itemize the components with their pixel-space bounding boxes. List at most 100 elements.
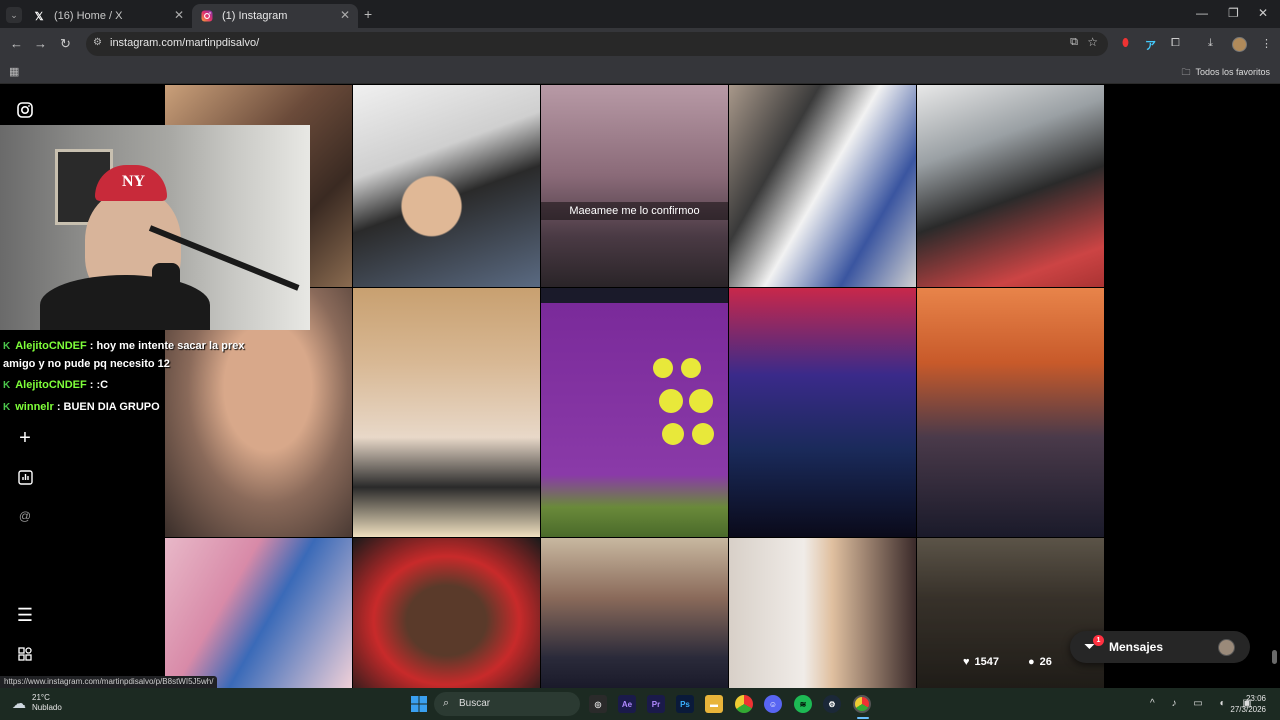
all-bookmarks-folder[interactable]: 🗀 Todos los favoritos (1181, 65, 1270, 81)
chat-username: AlejitoCNDEF (15, 379, 87, 391)
more-apps-icon[interactable] (15, 644, 35, 664)
bookmark-folder-label: Todos los favoritos (1195, 67, 1270, 77)
post-tile[interactable] (541, 288, 728, 537)
likes-count: ♥ 1547 (963, 656, 999, 668)
folder-icon: 🗀 (1181, 67, 1191, 77)
post-tile[interactable] (729, 288, 916, 537)
taskbar-clock[interactable]: 23:06 27/3/2026 (1230, 693, 1266, 715)
photoshop-icon[interactable]: Ps (676, 695, 694, 713)
browser-toolbar: ← → ↻ ⚙ instagram.com/martinpdisalvo/ ⧉ … (0, 28, 1280, 60)
bookmarks-bar: ▦ 🗀 Todos los favoritos (0, 60, 1280, 84)
post-tile[interactable] (729, 85, 916, 287)
post-tile[interactable] (353, 288, 540, 537)
threads-icon[interactable]: @ (15, 506, 35, 526)
kick-badge-icon: K (3, 341, 11, 352)
site-info-icon[interactable]: ⚙ (93, 37, 102, 48)
chat-text: : BUEN DIA GRUPO (56, 401, 160, 413)
clock-time: 23:06 (1245, 694, 1266, 703)
new-tab-button[interactable]: + (364, 6, 372, 22)
post-tile[interactable] (917, 85, 1104, 287)
status-url-bar: https://www.instagram.com/martinpdisalvo… (0, 676, 218, 688)
heart-icon: ♥ (963, 656, 970, 668)
windows-start-icon[interactable] (410, 695, 428, 713)
extension-red-icon[interactable]: ⬮ (1122, 37, 1129, 50)
download-icon[interactable]: ⤓ (1208, 37, 1213, 50)
close-tab-icon[interactable]: ✕ (174, 8, 184, 22)
tab-search-icon[interactable]: ⌄ (6, 7, 22, 23)
chatgpt-icon[interactable]: ◎ (589, 695, 607, 713)
create-icon[interactable]: + (15, 427, 35, 449)
post-tile[interactable] (353, 85, 540, 287)
chrome-menu-icon[interactable]: ⋮ (1261, 37, 1272, 50)
x-logo-icon: 𝕏 (34, 10, 44, 23)
tab-title: (16) Home / X (54, 10, 123, 22)
discord-icon[interactable]: ☺ (764, 695, 782, 713)
tab-x-home[interactable]: 𝕏 (16) Home / X ✕ (24, 4, 192, 28)
chat-message-continuation: amigo y no pude pq necesito 12 (3, 358, 170, 370)
url-text[interactable]: instagram.com/martinpdisalvo/ (110, 37, 259, 49)
poster-graphic (651, 356, 721, 456)
weather-temp: 21°C (32, 693, 50, 702)
minimize-icon[interactable]: — (1196, 6, 1208, 20)
search-placeholder: Buscar (459, 698, 491, 709)
likes-value: 1547 (974, 656, 1000, 668)
chat-message: K AlejitoCNDEF : :C (3, 379, 108, 391)
steam-icon[interactable]: ⚙ (823, 695, 841, 713)
post-hover-overlay[interactable] (916, 538, 1104, 688)
post-tile[interactable] (729, 538, 916, 688)
comments-count: ● 26 (1028, 656, 1052, 668)
comment-icon: ● (1028, 656, 1035, 668)
messages-badge: 1 (1093, 635, 1104, 646)
weather-widget[interactable]: ☁ 21°C Nublado (12, 693, 62, 713)
chrome-icon[interactable] (735, 695, 753, 713)
profile-avatar[interactable] (1232, 37, 1247, 52)
back-icon[interactable]: ← (10, 36, 23, 51)
cast-icon[interactable]: ⧉ (1070, 36, 1078, 49)
taskbar-search[interactable]: ⌕ Buscar (434, 692, 580, 716)
cap-logo: NY (122, 173, 146, 190)
menu-icon[interactable]: ☰ (15, 605, 35, 625)
apps-grid-icon[interactable]: ▦ (9, 65, 19, 78)
file-explorer-icon[interactable]: ▬ (705, 695, 723, 713)
extensions-puzzle-icon[interactable]: ⧠ (1171, 37, 1180, 50)
kick-badge-icon: K (3, 402, 11, 413)
messages-label: Mensajes (1109, 640, 1164, 654)
stream-webcam-overlay: NY (0, 125, 310, 330)
bookmark-star-icon[interactable]: ☆ (1087, 35, 1098, 49)
page-scrollbar[interactable] (1272, 650, 1277, 664)
kick-badge-icon: K (3, 380, 11, 391)
streamer-shirt (40, 275, 210, 330)
post-tile[interactable]: Maeamee me lo confirmoo (541, 85, 728, 287)
instagram-page: Maeamee me lo confirmoo ♥ 1547 ● 26 + @ ☰ (0, 85, 1280, 688)
after-effects-icon[interactable]: Ae (618, 695, 636, 713)
active-app-indicator (857, 717, 869, 719)
tab-title: (1) Instagram (222, 10, 288, 22)
clock-date: 27/3/2026 (1230, 705, 1266, 714)
tab-instagram[interactable]: (1) Instagram ✕ (192, 4, 358, 28)
chrome-active-icon[interactable] (853, 695, 871, 713)
restore-icon[interactable]: ❐ (1228, 6, 1239, 20)
address-bar[interactable]: ⚙ instagram.com/martinpdisalvo/ ⧉ ☆ (86, 32, 1108, 56)
avatar (1218, 639, 1235, 656)
windows-taskbar: ☁ 21°C Nublado ⌕ Buscar ◎ Ae Pr Ps ▬ ☺ ≋… (0, 688, 1280, 720)
microphone (152, 263, 180, 313)
browser-tab-strip: ⌄ 𝕏 (16) Home / X ✕ (1) Instagram ✕ + — … (0, 0, 1280, 28)
post-tile[interactable] (917, 288, 1104, 537)
premiere-icon[interactable]: Pr (647, 695, 665, 713)
close-window-icon[interactable]: ✕ (1258, 6, 1268, 20)
chat-username: AlejitoCNDEF (15, 340, 87, 352)
insights-icon[interactable] (15, 467, 35, 487)
messages-button[interactable]: ⏷ 1 Mensajes (1070, 631, 1250, 663)
forward-icon[interactable]: → (34, 36, 47, 51)
close-tab-icon[interactable]: ✕ (340, 8, 350, 22)
chat-message: Kwinnelr : BUEN DIA GRUPO (3, 401, 160, 413)
extension-translate-icon[interactable]: ア (1145, 37, 1156, 53)
reload-icon[interactable]: ↻ (60, 36, 71, 52)
weather-desc: Nublado (32, 703, 62, 712)
instagram-logo-icon[interactable] (15, 100, 35, 120)
chat-text: amigo y no pude pq necesito 12 (3, 358, 170, 370)
post-tile[interactable] (165, 538, 352, 688)
post-tile[interactable] (541, 538, 728, 688)
post-tile[interactable] (353, 538, 540, 688)
spotify-icon[interactable]: ≋ (794, 695, 812, 713)
